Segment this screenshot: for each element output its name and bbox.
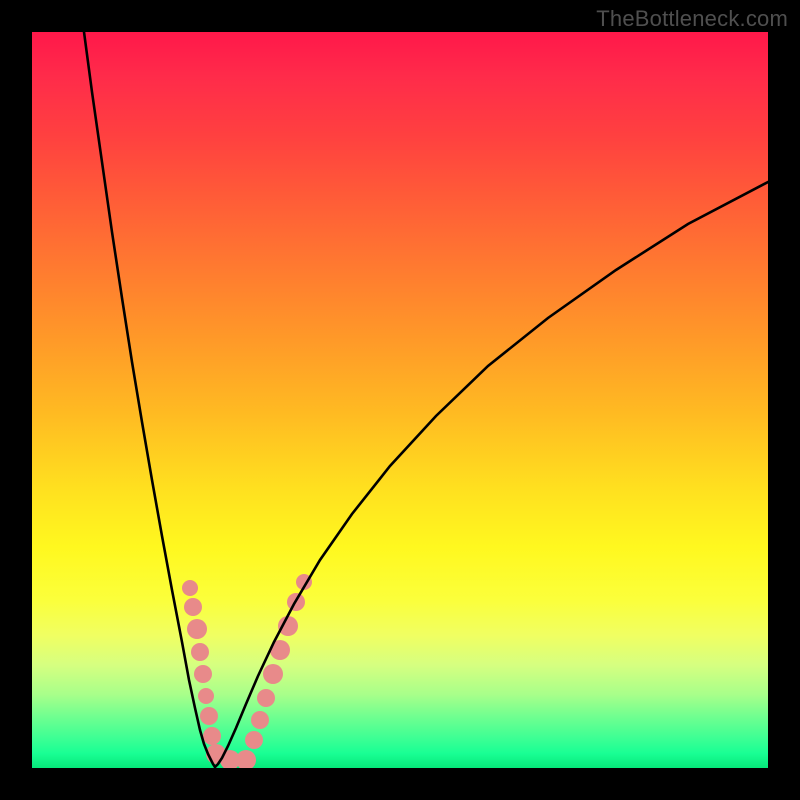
marker-dot: [251, 711, 269, 729]
marker-dot: [182, 580, 198, 596]
right-branch-curve: [215, 182, 768, 767]
marker-dot: [236, 750, 256, 768]
marker-dot: [263, 664, 283, 684]
chart-frame: TheBottleneck.com: [0, 0, 800, 800]
marker-dot: [194, 665, 212, 683]
plot-area: [32, 32, 768, 768]
marker-dot: [203, 727, 221, 745]
watermark-text: TheBottleneck.com: [596, 6, 788, 32]
marker-dot: [187, 619, 207, 639]
curve-layer: [32, 32, 768, 768]
marker-dot: [198, 688, 214, 704]
marker-dot: [184, 598, 202, 616]
marker-dot: [200, 707, 218, 725]
marker-dot: [257, 689, 275, 707]
marker-dot: [245, 731, 263, 749]
marker-dot: [191, 643, 209, 661]
